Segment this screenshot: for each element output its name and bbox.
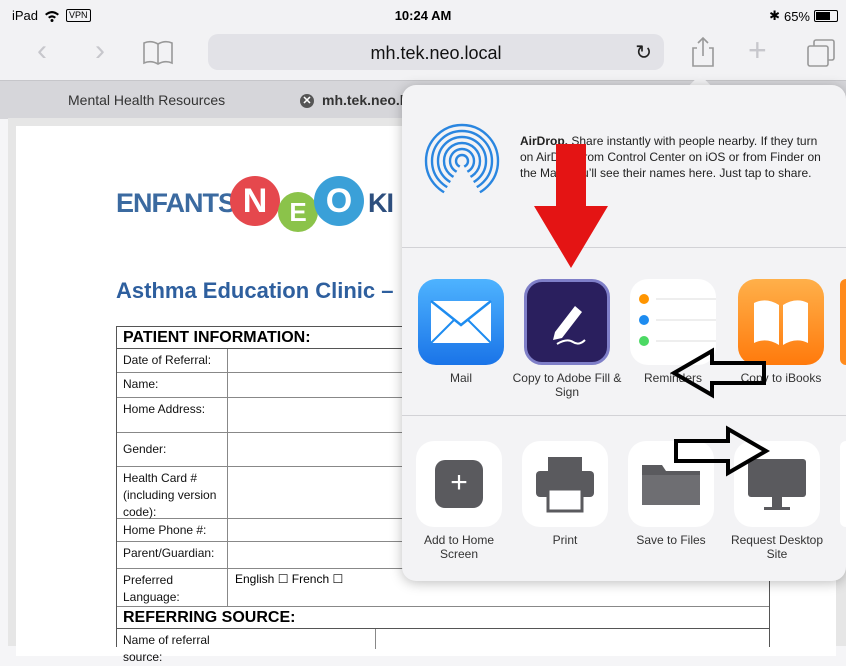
- share-apps-row: Mail Copy to Adobe Fill & Sign Reminders: [402, 247, 846, 416]
- airdrop-section[interactable]: AirDrop. Share instantly with people nea…: [402, 85, 846, 248]
- cell-divider: [227, 569, 228, 606]
- field-label: Name of referral source:: [123, 633, 210, 664]
- cell-divider: [227, 542, 228, 568]
- cell-divider: [227, 433, 228, 466]
- add-to-home-icon: +: [416, 441, 502, 527]
- browser-toolbar: ‹ › mh.tek.neo.local ↻ +: [0, 30, 846, 80]
- action-add-to-home-screen[interactable]: + Add to Home Screen: [404, 441, 514, 561]
- cell-divider: [227, 373, 228, 397]
- reload-icon[interactable]: ↻: [635, 40, 652, 65]
- status-right: ✱ 65%: [769, 8, 838, 24]
- cell-divider: [227, 349, 228, 372]
- form-row[interactable]: Name of referral source:: [117, 629, 769, 664]
- field-label: Date of Referral:: [123, 353, 212, 367]
- field-label: Preferred Language:: [123, 573, 180, 604]
- field-label: Name:: [123, 377, 159, 391]
- app-label: Mail: [449, 371, 472, 385]
- action-print[interactable]: Print: [510, 441, 620, 547]
- address-bar[interactable]: mh.tek.neo.local ↻: [208, 34, 664, 70]
- app-label: Copy to Adobe Fill & Sign: [512, 371, 622, 399]
- field-label: Home Phone #:: [123, 523, 207, 537]
- section-referring: REFERRING SOURCE:: [117, 607, 769, 629]
- tab-mental-health[interactable]: Mental Health Resources: [68, 81, 225, 119]
- new-tab-icon[interactable]: +: [748, 32, 767, 69]
- battery-icon: [814, 10, 838, 22]
- field-label: Home Address:: [123, 402, 206, 416]
- logo-letter-o: O: [314, 176, 364, 226]
- cell-divider: [227, 398, 228, 432]
- print-icon: [522, 441, 608, 527]
- status-bar: iPad VPN 10:24 AM ✱ 65%: [0, 0, 846, 30]
- action-label: Save to Files: [636, 533, 706, 547]
- share-app-mail[interactable]: Mail: [406, 279, 516, 385]
- field-label: Health Card # (including version code):: [123, 471, 217, 519]
- close-tab-icon[interactable]: ✕: [300, 94, 314, 109]
- url-text: mh.tek.neo.local: [370, 43, 502, 63]
- cell-divider: [375, 629, 376, 649]
- bluetooth-icon: ✱: [769, 8, 780, 23]
- cell-divider: [227, 467, 228, 518]
- tabs-icon[interactable]: [806, 38, 836, 68]
- share-sheet: AirDrop. Share instantly with people nea…: [402, 85, 846, 581]
- document-title: Asthma Education Clinic –: [116, 278, 394, 303]
- language-options[interactable]: English ☐ French ☐: [235, 572, 343, 586]
- share-actions-row: + Add to Home Screen Print Save to Files…: [402, 415, 846, 581]
- share-icon[interactable]: [690, 36, 716, 68]
- forward-button[interactable]: ›: [86, 36, 114, 66]
- black-left-arrow-icon: [670, 347, 766, 399]
- battery-percent: 65%: [783, 8, 810, 24]
- battery-fill: [816, 12, 831, 20]
- field-label: Gender:: [123, 442, 167, 456]
- action-label: Add to Home Screen: [423, 533, 495, 561]
- logo-letter-n: N: [230, 176, 280, 226]
- back-button[interactable]: ‹: [28, 36, 56, 66]
- tab-label: mh.tek.neo.l: [322, 92, 404, 108]
- logo-prefix: ENFANTS: [116, 188, 236, 218]
- logo-suffix: KI: [368, 188, 394, 218]
- mail-icon: [418, 279, 504, 365]
- action-label: Request Desktop Site: [730, 533, 824, 561]
- plus-icon: +: [435, 460, 483, 508]
- next-action-icon[interactable]: [840, 441, 846, 527]
- airdrop-icon: [424, 123, 500, 199]
- bookmarks-icon[interactable]: [142, 40, 174, 66]
- tab-current[interactable]: ✕ mh.tek.neo.l: [300, 81, 404, 119]
- status-time: 10:24 AM: [394, 8, 452, 23]
- field-label: Parent/Guardian:: [123, 546, 215, 560]
- adobe-fill-sign-icon: [524, 279, 610, 365]
- black-right-arrow-icon: [674, 425, 770, 477]
- tab-label: Mental Health Resources: [68, 92, 226, 108]
- cell-divider: [227, 519, 228, 541]
- action-label: Print: [552, 533, 578, 547]
- share-app-adobe-fill-sign[interactable]: Copy to Adobe Fill & Sign: [512, 279, 622, 399]
- logo-letter-e: E: [278, 192, 318, 232]
- red-down-arrow-icon: [534, 144, 608, 268]
- next-app-icon[interactable]: [840, 279, 846, 365]
